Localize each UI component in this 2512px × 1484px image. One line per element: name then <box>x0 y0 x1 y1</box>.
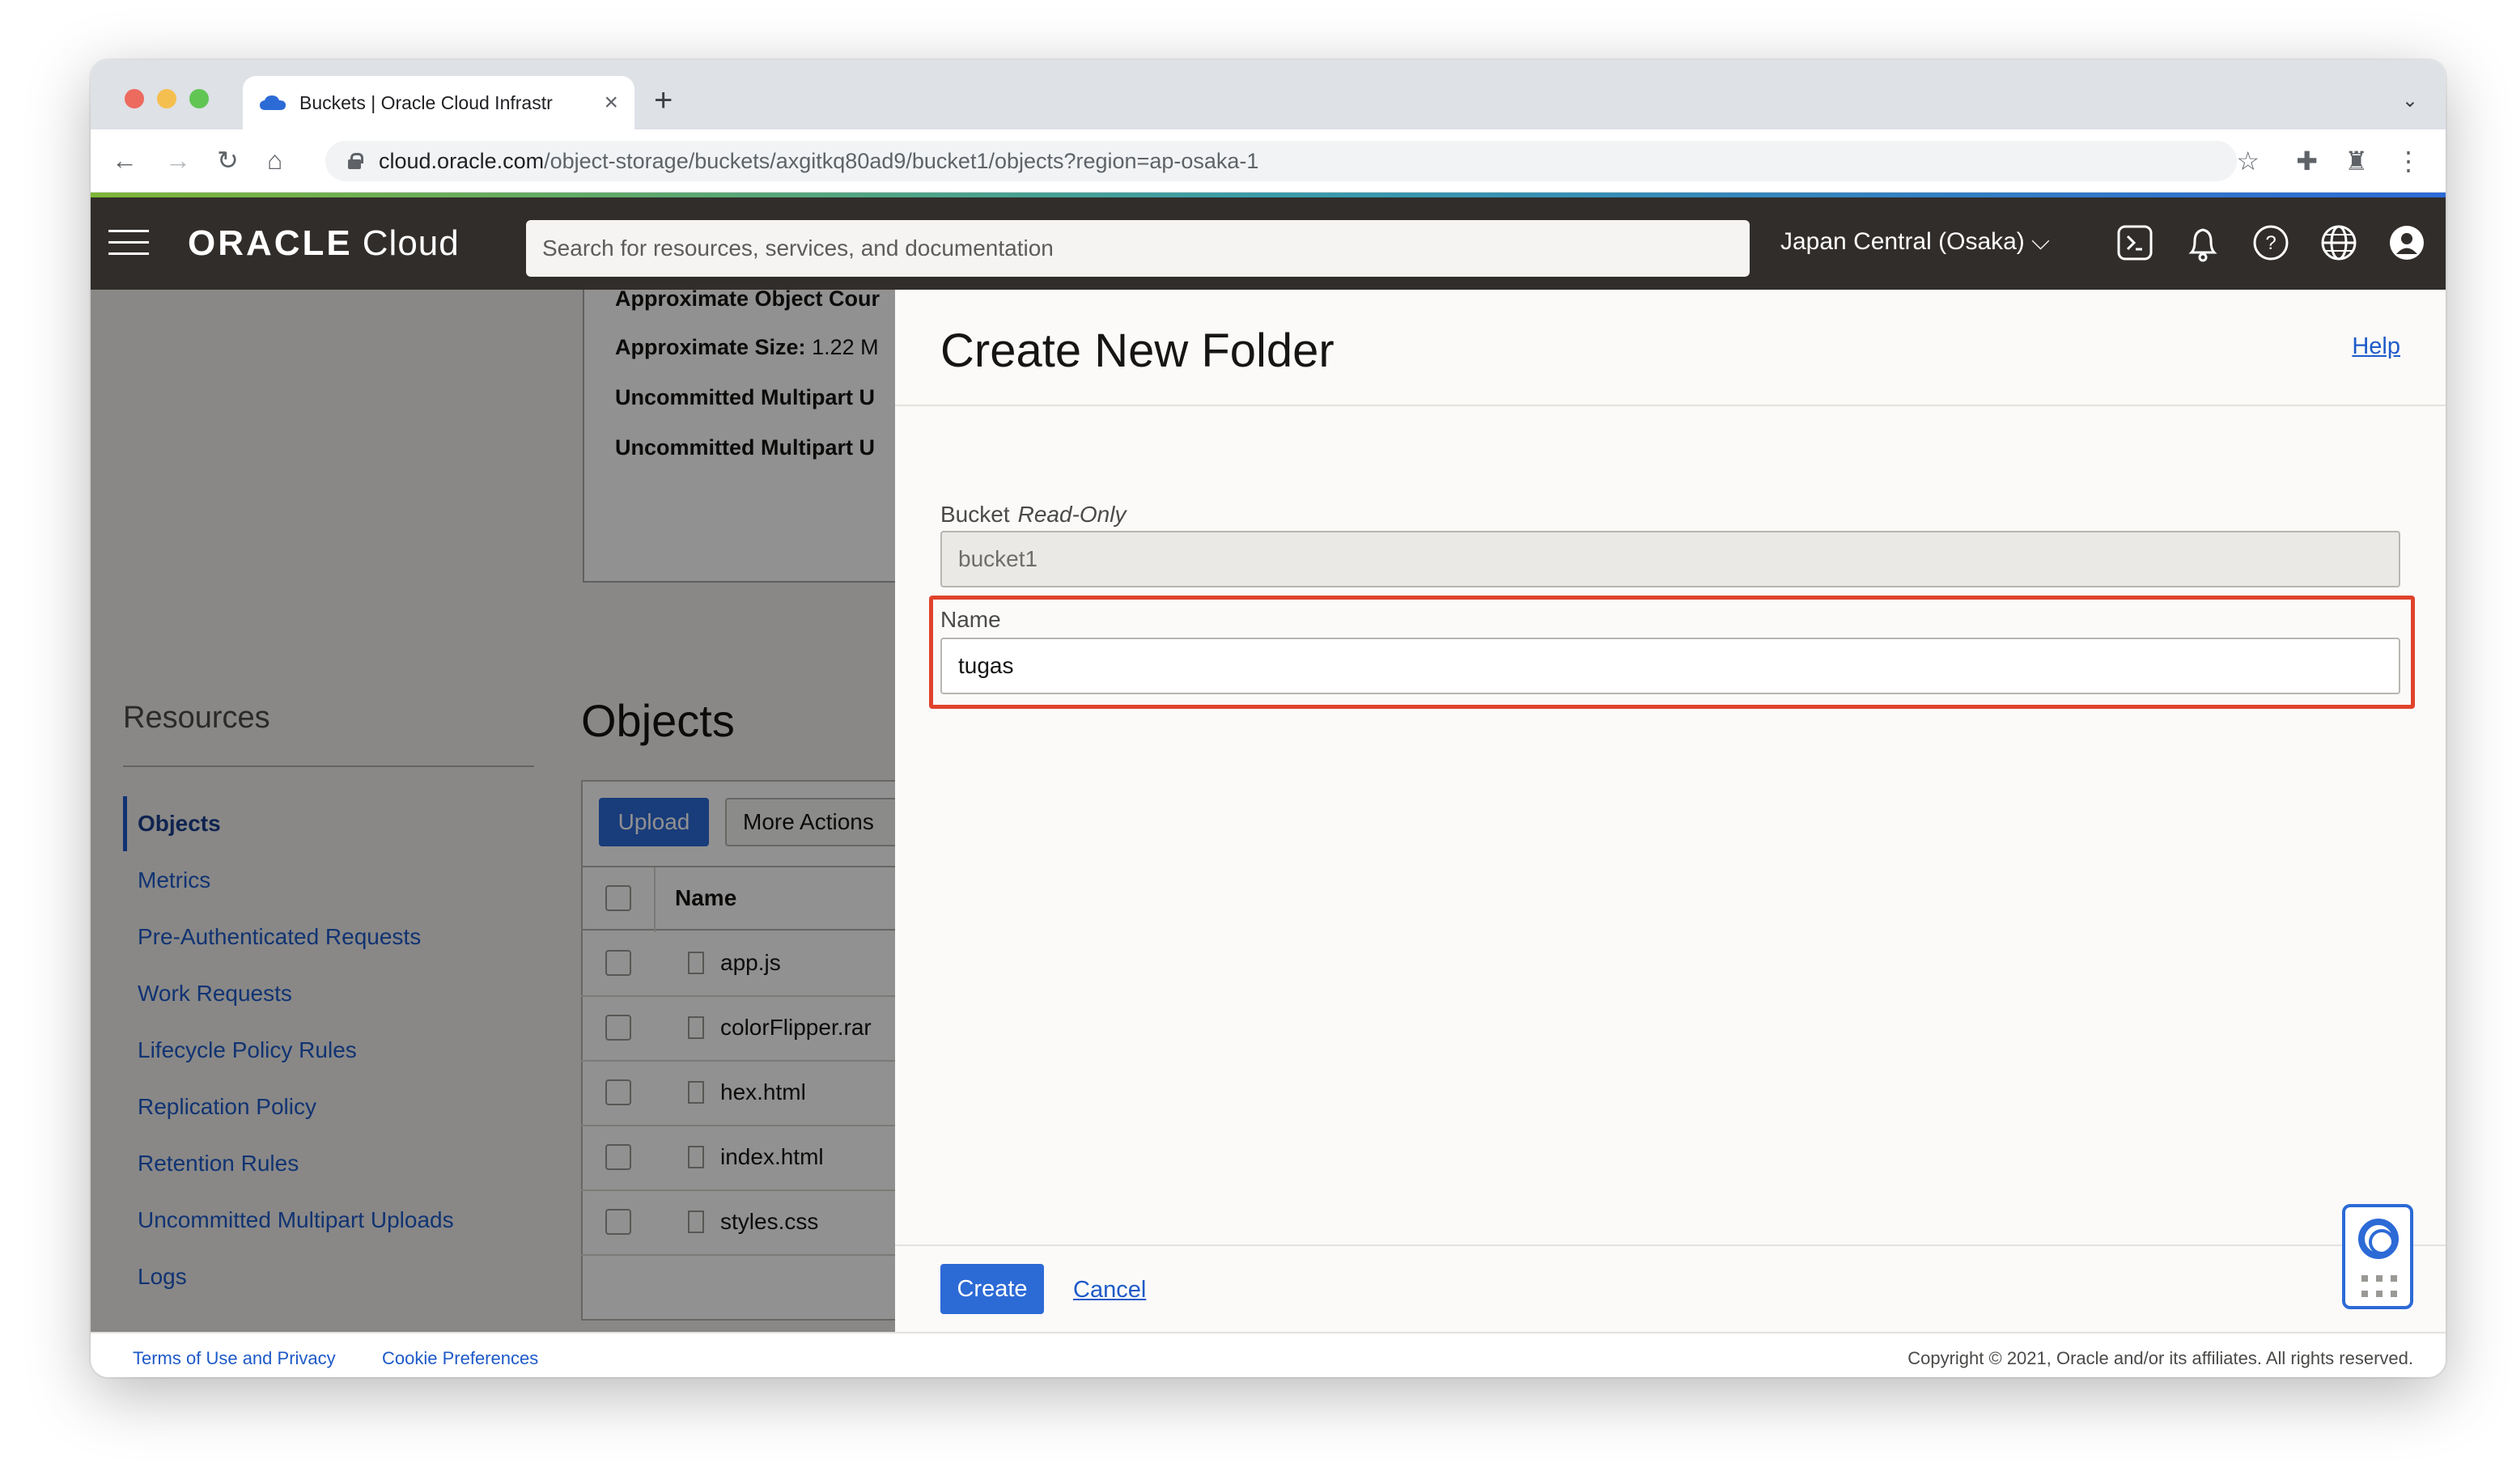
bookmark-star-icon[interactable]: ☆ <box>2236 146 2260 176</box>
lifebuoy-icon <box>2358 1219 2399 1259</box>
folder-name-input[interactable]: tugas <box>940 638 2400 694</box>
forward-arrow-icon[interactable]: → <box>165 146 191 175</box>
grid-dots-icon <box>2361 1275 2397 1298</box>
read-only-label: Read-Only <box>1017 502 1127 527</box>
panel-footer: Create Cancel <box>895 1244 2446 1332</box>
browser-menu-icon[interactable]: ⋮ <box>2395 146 2421 176</box>
chevron-down-icon: ⌵ <box>2031 228 2050 255</box>
bucket-readonly-field: bucket1 <box>940 531 2400 587</box>
new-tab-icon[interactable]: + <box>654 83 673 119</box>
user-profile-icon[interactable] <box>2386 222 2428 264</box>
maximize-window-button[interactable] <box>189 89 209 108</box>
tab-title: Buckets | Oracle Cloud Infrastr <box>299 91 553 113</box>
language-globe-icon[interactable] <box>2318 222 2360 264</box>
modal-backdrop[interactable] <box>91 290 895 1333</box>
bucket-field-label: Bucket Read-Only <box>940 502 1126 528</box>
brand-light: Cloud <box>362 223 460 263</box>
bucket-label: Bucket <box>940 502 1010 527</box>
cancel-link[interactable]: Cancel <box>1073 1277 1146 1304</box>
address-bar[interactable]: cloud.oracle.com/object-storage/buckets/… <box>325 141 2237 181</box>
oracle-cloud-logo[interactable]: ORACLE Cloud <box>188 223 460 264</box>
browser-tab-active[interactable]: Buckets | Oracle Cloud Infrastr × <box>243 76 634 129</box>
tab-search-chevron-icon[interactable]: ⌄ <box>2402 89 2418 112</box>
extension-icon[interactable]: ♜ <box>2344 146 2368 176</box>
notifications-bell-icon[interactable] <box>2182 222 2224 264</box>
back-arrow-icon[interactable]: ← <box>112 146 138 175</box>
help-link[interactable]: Help <box>2352 333 2400 360</box>
search-placeholder: Search for resources, services, and docu… <box>542 235 1054 261</box>
bucket-value: bucket1 <box>958 546 1038 571</box>
browser-tabbar: Buckets | Oracle Cloud Infrastr × + ⌄ <box>91 60 2446 129</box>
folder-name-value: tugas <box>958 653 1014 678</box>
create-folder-panel: Create New Folder Help Bucket Read-Only b… <box>895 290 2446 1332</box>
terms-link[interactable]: Terms of Use and Privacy <box>133 1348 336 1369</box>
panel-title: Create New Folder <box>940 324 1334 377</box>
create-button[interactable]: Create <box>940 1264 1044 1314</box>
support-widget[interactable] <box>2342 1204 2413 1309</box>
minimize-window-button[interactable] <box>157 89 176 108</box>
brand-bold: ORACLE <box>188 223 353 263</box>
lock-icon <box>348 153 363 169</box>
svg-text:?: ? <box>2265 232 2276 254</box>
console-footer: Terms of Use and Privacy Cookie Preferen… <box>91 1332 2446 1377</box>
browser-toolbar: ← → ↻ ⌂ cloud.oracle.com/object-storage/… <box>91 129 2446 193</box>
cloud-shell-icon[interactable] <box>2114 222 2156 264</box>
help-question-icon[interactable]: ? <box>2250 222 2292 264</box>
extensions-puzzle-icon[interactable]: ✚ <box>2296 146 2318 176</box>
tab-close-icon[interactable]: × <box>604 89 618 117</box>
copyright-text: Copyright © 2021, Oracle and/or its affi… <box>1907 1348 2413 1368</box>
url-path: /object-storage/buckets/axgitkq80ad9/buc… <box>544 148 1259 173</box>
browser-window: Buckets | Oracle Cloud Infrastr × + ⌄ ← … <box>91 60 2446 1377</box>
hamburger-menu-icon[interactable] <box>108 230 149 256</box>
home-icon[interactable]: ⌂ <box>267 146 282 175</box>
cookie-preferences-link[interactable]: Cookie Preferences <box>382 1348 538 1369</box>
url-host: cloud.oracle.com <box>379 148 545 173</box>
console-header: ORACLE Cloud Search for resources, servic… <box>91 197 2446 290</box>
cloud-icon <box>260 95 286 110</box>
console-search-input[interactable]: Search for resources, services, and docu… <box>526 220 1750 277</box>
region-selector[interactable]: Japan Central (Osaka) ⌵ <box>1780 228 2050 256</box>
reload-icon[interactable]: ↻ <box>217 146 239 175</box>
region-label: Japan Central (Osaka) <box>1780 228 2025 255</box>
close-window-button[interactable] <box>125 89 144 108</box>
panel-header: Create New Folder Help <box>895 290 2446 406</box>
name-field-label: Name <box>940 607 1001 632</box>
